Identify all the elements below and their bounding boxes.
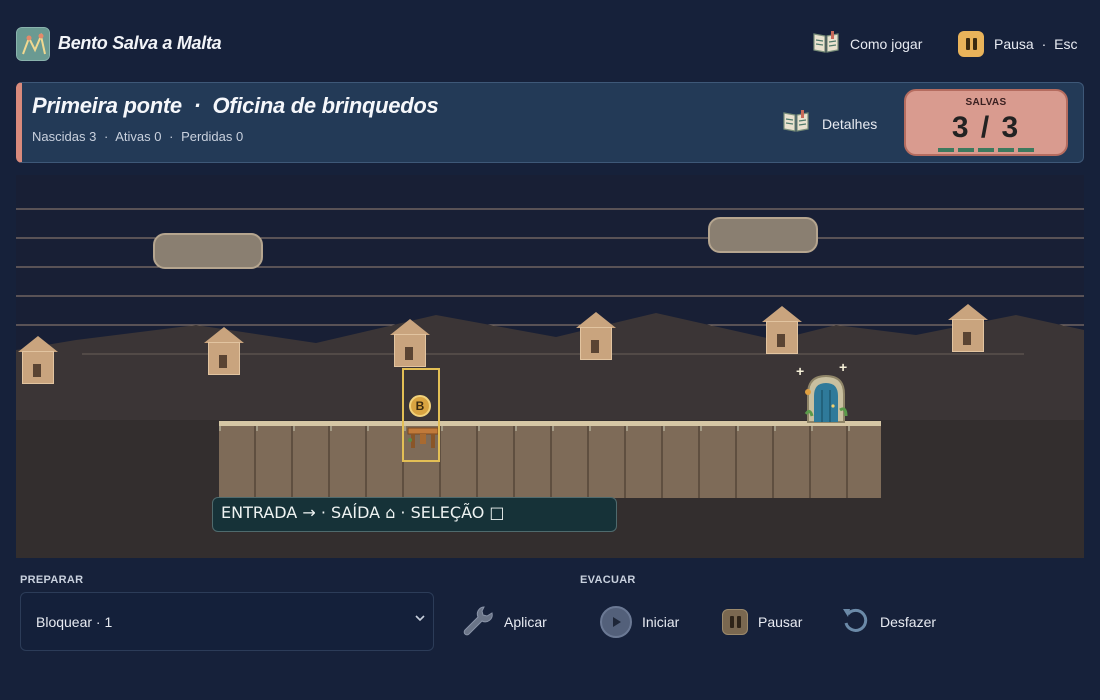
wrench-icon — [460, 603, 494, 642]
pause-game-button[interactable]: Pausa · Esc — [958, 29, 1078, 59]
play-icon — [600, 606, 632, 638]
sparkle-icon: + — [839, 359, 848, 375]
top-bar: Bento Salva a Malta Como jogar Pausa · E… — [16, 27, 1084, 61]
pause-icon — [958, 31, 984, 57]
book-icon — [782, 109, 810, 138]
house — [390, 319, 430, 369]
cloud — [708, 217, 818, 253]
pause-label: Pausar — [758, 614, 803, 630]
pause-label: Pausa · Esc — [994, 36, 1078, 52]
book-icon — [812, 30, 840, 59]
cloud — [153, 233, 263, 269]
game-stage[interactable]: B + + ENTRADA → · SAÍDA ⌂ · SELEÇÃO □ — [16, 175, 1084, 558]
saved-progress-segment — [1018, 148, 1034, 152]
house — [18, 336, 58, 386]
details-label: Detalhes — [822, 115, 878, 132]
undo-button[interactable]: Desfazer — [840, 604, 936, 640]
apply-button[interactable]: Aplicar — [460, 604, 547, 640]
house — [204, 327, 244, 377]
saved-progress-segment — [978, 148, 994, 152]
map-logo-icon — [16, 27, 50, 61]
evacuate-section-label: EVACUAR — [580, 574, 636, 586]
stage-legend: ENTRADA → · SAÍDA ⌂ · SELEÇÃO □ — [212, 497, 617, 532]
how-to-play-button[interactable]: Como jogar — [812, 29, 922, 59]
how-to-play-label: Como jogar — [850, 36, 923, 52]
house — [948, 304, 988, 354]
pause-icon — [722, 609, 748, 635]
start-label: Iniciar — [642, 614, 680, 630]
saved-value: 3 / 3 — [951, 111, 1021, 144]
sparkle-icon: + — [796, 363, 805, 379]
undo-icon — [840, 605, 870, 640]
pause-button[interactable]: Pausar — [722, 604, 802, 640]
tool-select[interactable]: Bloquear · 1 — [20, 592, 434, 651]
saved-progress-segment — [958, 148, 974, 152]
prepare-section-label: PREPARAR — [20, 574, 84, 586]
tool-select-value: Bloquear · 1 — [36, 614, 113, 630]
saved-progress-segment — [998, 148, 1014, 152]
saved-progress-bar — [938, 148, 1034, 152]
saved-counter: SALVAS 3 / 3 — [904, 89, 1068, 156]
details-button[interactable]: Detalhes — [782, 109, 877, 138]
start-button[interactable]: Iniciar — [600, 604, 679, 640]
apply-label: Aplicar — [504, 614, 547, 630]
app-title: Bento Salva a Malta — [58, 33, 222, 53]
exit-door-icon[interactable] — [802, 370, 850, 425]
undo-label: Desfazer — [880, 614, 937, 630]
saved-label: SALVAS — [965, 97, 1007, 108]
bento-token[interactable]: B — [409, 395, 431, 417]
house — [762, 306, 802, 356]
bridge-platform[interactable] — [219, 421, 881, 498]
level-title: Primeira ponte · Oficina de brinquedos — [32, 93, 439, 118]
level-panel: Primeira ponte · Oficina de brinquedos N… — [16, 82, 1084, 163]
level-stats: Nascidas 3 · Ativas 0 · Perdidas 0 — [32, 129, 244, 144]
house — [576, 312, 616, 362]
saved-progress-segment — [938, 148, 954, 152]
chevron-down-icon — [413, 611, 427, 630]
